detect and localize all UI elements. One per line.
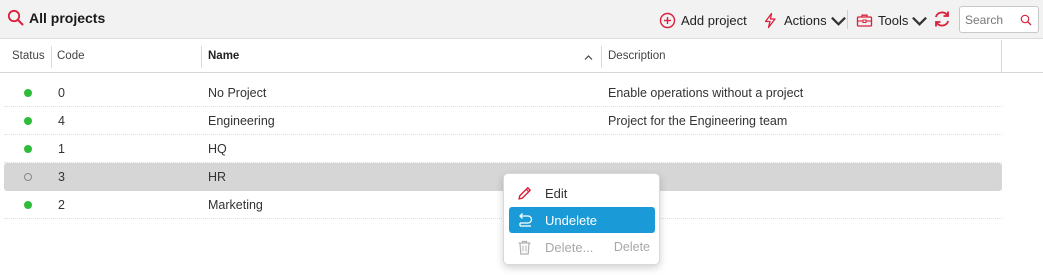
- context-menu: Edit Undelete Delete... Delete: [503, 173, 660, 265]
- row-name: Marketing: [208, 198, 263, 212]
- table-row[interactable]: 4 Engineering Project for the Engineerin…: [4, 107, 1002, 135]
- row-code: 3: [58, 170, 65, 184]
- row-name: HQ: [208, 142, 227, 156]
- toolbar-divider: [847, 10, 848, 29]
- add-project-button[interactable]: Add project: [659, 10, 747, 30]
- status-active-icon: [24, 89, 32, 97]
- row-name: Engineering: [208, 114, 275, 128]
- menu-item-edit[interactable]: Edit: [509, 180, 655, 206]
- column-divider[interactable]: [51, 46, 52, 68]
- refresh-button[interactable]: [932, 9, 952, 29]
- actions-label: Actions: [784, 12, 827, 28]
- row-code: 1: [58, 142, 65, 156]
- refresh-icon: [934, 11, 950, 27]
- column-divider: [1001, 40, 1002, 73]
- table-row[interactable]: 1 HQ: [4, 135, 1002, 163]
- title-area: All projects: [7, 9, 105, 26]
- pencil-icon: [518, 186, 531, 200]
- menu-item-label: Delete...: [545, 239, 594, 255]
- column-header-description[interactable]: Description: [608, 50, 666, 62]
- menu-item-label: Undelete: [545, 212, 598, 228]
- status-active-icon: [24, 117, 32, 125]
- row-code: 0: [58, 86, 65, 100]
- toolbar: All projects Add project Actions Tools: [0, 0, 1043, 39]
- search-input[interactable]: [960, 7, 1016, 32]
- status-deleted-icon: [24, 173, 32, 181]
- search-icon[interactable]: [1020, 14, 1032, 26]
- column-divider[interactable]: [601, 46, 602, 68]
- add-project-label: Add project: [681, 12, 747, 28]
- menu-item-shortcut: Delete: [613, 240, 650, 254]
- lightning-icon: [764, 12, 776, 28]
- row-code: 4: [58, 114, 65, 128]
- menu-item-undelete[interactable]: Undelete: [509, 207, 655, 233]
- sort-ascending-icon[interactable]: [584, 53, 593, 62]
- chevron-down-icon: [912, 16, 928, 26]
- status-active-icon: [24, 201, 32, 209]
- search-box[interactable]: [959, 6, 1039, 33]
- row-description: Project for the Engineering team: [608, 114, 788, 128]
- tools-menu-button[interactable]: Tools: [856, 10, 928, 30]
- page-title: All projects: [29, 9, 106, 26]
- chevron-down-icon: [830, 16, 846, 26]
- row-name: HR: [208, 170, 227, 184]
- plus-circle-icon: [659, 12, 676, 28]
- table-row[interactable]: 0 No Project Enable operations without a…: [4, 79, 1002, 107]
- toolbox-icon: [856, 14, 873, 27]
- row-description: Enable operations without a project: [608, 86, 804, 100]
- undo-arrow-icon: [519, 212, 533, 227]
- menu-item-label: Edit: [545, 185, 568, 201]
- actions-menu-button[interactable]: Actions: [762, 10, 847, 30]
- status-active-icon: [24, 145, 32, 153]
- column-header-status[interactable]: Status: [12, 50, 45, 62]
- column-divider[interactable]: [201, 46, 202, 68]
- table-header: Status Code Name Description: [0, 40, 1043, 73]
- tools-label: Tools: [878, 12, 909, 28]
- menu-item-delete: Delete... Delete: [509, 234, 655, 260]
- column-header-name[interactable]: Name: [208, 50, 239, 62]
- row-code: 2: [58, 198, 65, 212]
- trash-icon: [518, 240, 531, 255]
- search-icon: [7, 9, 24, 26]
- column-header-code[interactable]: Code: [57, 50, 85, 62]
- row-name: No Project: [208, 86, 267, 100]
